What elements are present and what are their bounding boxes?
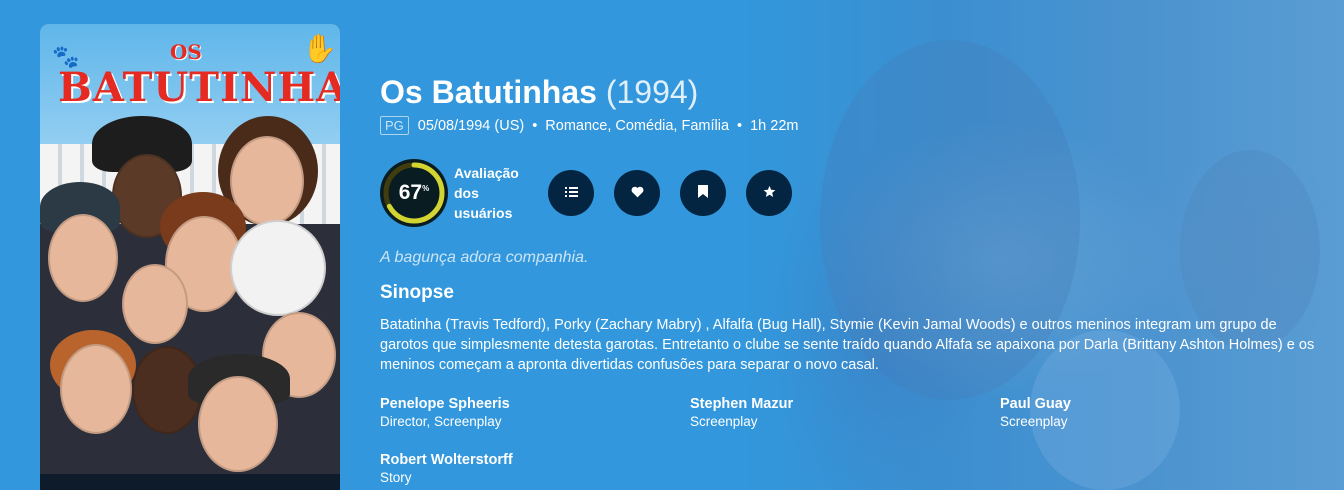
score-label: Avaliação dos usuários <box>454 163 534 223</box>
score-label-line: usuários <box>454 205 513 221</box>
crew-name[interactable]: Penelope Spheeris <box>380 395 690 413</box>
crew-name[interactable]: Robert Wolterstorff <box>380 451 690 469</box>
rate-button[interactable] <box>746 170 792 216</box>
action-buttons <box>548 170 792 216</box>
runtime: 1h 22m <box>750 117 799 134</box>
separator-dot: • <box>532 117 538 134</box>
crew-name[interactable]: Stephen Mazur <box>690 395 1000 413</box>
list-icon <box>564 186 578 201</box>
crew-member: Penelope Spheeris Director, Screenplay <box>380 395 690 431</box>
poster-face <box>60 344 132 434</box>
crew-job: Story <box>380 470 412 485</box>
movie-facts: PG 05/08/1994 (US) • Romance, Comédia, F… <box>380 116 798 135</box>
score-number: 67 <box>398 181 423 204</box>
star-icon <box>763 185 776 201</box>
poster-face <box>48 214 118 302</box>
genres[interactable]: Romance, Comédia, Família <box>545 118 729 134</box>
user-score-chart[interactable]: 67% <box>380 159 448 227</box>
watchlist-button[interactable] <box>680 170 726 216</box>
heart-icon <box>631 186 644 201</box>
overview-heading: Sinopse <box>380 282 454 303</box>
score-label-line: Avaliação <box>454 165 519 181</box>
favorite-button[interactable] <box>614 170 660 216</box>
score-value: 67% <box>380 159 448 227</box>
actions-bar: 67% Avaliação dos usuários <box>380 159 792 227</box>
separator-dot: • <box>737 117 743 134</box>
hand-print-icon: ✋ <box>302 33 337 64</box>
movie-year: (1994) <box>605 74 699 110</box>
poster-face <box>198 376 278 472</box>
poster-dog <box>230 220 326 316</box>
crew-member: Stephen Mazur Screenplay <box>690 395 1000 431</box>
crew-job: Screenplay <box>690 414 758 429</box>
movie-poster[interactable]: 🐾 ✋ OS BATUTINHAS <box>40 24 340 490</box>
poster-bottom-bar <box>40 474 340 490</box>
movie-title-text[interactable]: Os Batutinhas <box>380 74 597 110</box>
crew-member: Robert Wolterstorff Story <box>380 451 690 487</box>
crew-member: Paul Guay Screenplay <box>1000 395 1310 431</box>
bookmark-icon <box>698 185 708 201</box>
certification-badge: PG <box>380 116 409 135</box>
crew-list: Penelope Spheeris Director, Screenplay S… <box>380 395 1310 487</box>
overview-text: Batatinha (Travis Tedford), Porky (Zacha… <box>380 317 1315 373</box>
release-date: 05/08/1994 (US) <box>417 117 525 134</box>
crew-name[interactable]: Paul Guay <box>1000 395 1310 413</box>
tagline: A bagunça adora companhia. <box>380 249 589 266</box>
score-label-line: dos <box>454 185 479 201</box>
poster-title-small: OS <box>170 40 202 64</box>
poster-face <box>122 264 188 344</box>
poster-title: BATUTINHAS <box>58 64 340 111</box>
add-to-list-button[interactable] <box>548 170 594 216</box>
score-unit: % <box>422 183 430 193</box>
crew-job: Screenplay <box>1000 414 1068 429</box>
movie-title: Os Batutinhas (1994) <box>380 74 698 111</box>
crew-job: Director, Screenplay <box>380 414 502 429</box>
